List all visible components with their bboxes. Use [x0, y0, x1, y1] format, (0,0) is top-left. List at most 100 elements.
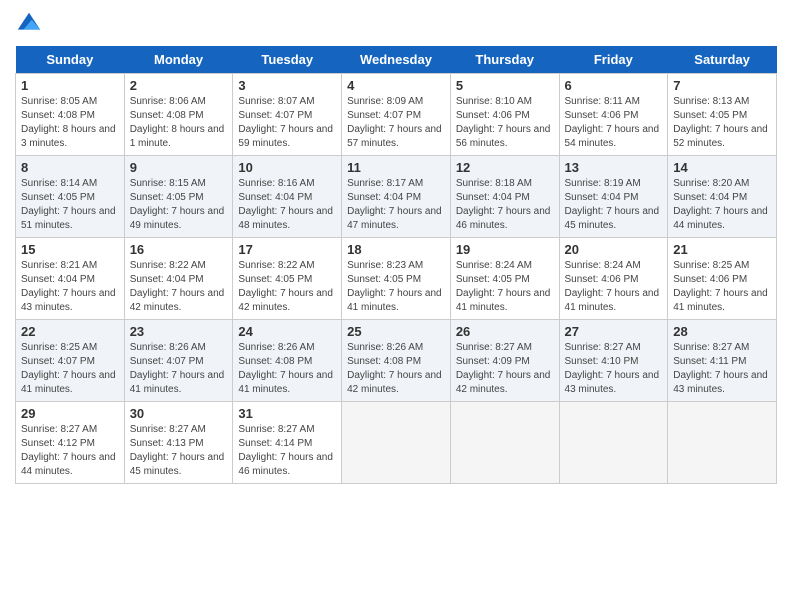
calendar-cell: 11 Sunrise: 8:17 AMSunset: 4:04 PMDayligh…: [342, 156, 451, 238]
day-number: 8: [21, 160, 119, 175]
day-number: 15: [21, 242, 119, 257]
calendar-cell: 6 Sunrise: 8:11 AMSunset: 4:06 PMDaylight…: [559, 74, 668, 156]
day-number: 2: [130, 78, 228, 93]
logo: [15, 10, 47, 38]
cell-info: Sunrise: 8:26 AMSunset: 4:08 PMDaylight:…: [238, 341, 336, 397]
logo-icon: [15, 10, 43, 38]
calendar-cell: 16Sunrise: 8:22 AMSunset: 4:04 PMDayligh…: [124, 238, 233, 320]
cell-info: Sunrise: 8:27 AMSunset: 4:14 PMDaylight:…: [238, 423, 336, 479]
calendar-cell: 5 Sunrise: 8:10 AMSunset: 4:06 PMDaylight…: [450, 74, 559, 156]
calendar-cell: 15Sunrise: 8:21 AMSunset: 4:04 PMDayligh…: [16, 238, 125, 320]
day-number: 19: [456, 242, 554, 257]
day-header-sunday: Sunday: [16, 46, 125, 74]
calendar-cell: 4 Sunrise: 8:09 AMSunset: 4:07 PMDaylight…: [342, 74, 451, 156]
cell-info: Sunrise: 8:17 AMSunset: 4:04 PMDaylight:…: [347, 177, 445, 233]
cell-info: Sunrise: 8:13 AMSunset: 4:05 PMDaylight:…: [673, 95, 771, 151]
day-number: 27: [565, 324, 663, 339]
day-number: 24: [238, 324, 336, 339]
cell-info: Sunrise: 8:27 AMSunset: 4:13 PMDaylight:…: [130, 423, 228, 479]
cell-info: Sunrise: 8:10 AMSunset: 4:06 PMDaylight:…: [456, 95, 554, 151]
day-number: 30: [130, 406, 228, 421]
cell-info: Sunrise: 8:07 AMSunset: 4:07 PMDaylight:…: [238, 95, 336, 151]
cell-info: Sunrise: 8:22 AMSunset: 4:05 PMDaylight:…: [238, 259, 336, 315]
day-header-wednesday: Wednesday: [342, 46, 451, 74]
calendar-cell: 20Sunrise: 8:24 AMSunset: 4:06 PMDayligh…: [559, 238, 668, 320]
cell-info: Sunrise: 8:25 AMSunset: 4:06 PMDaylight:…: [673, 259, 771, 315]
cell-info: Sunrise: 8:27 AMSunset: 4:09 PMDaylight:…: [456, 341, 554, 397]
calendar-cell: [450, 402, 559, 484]
day-number: 11: [347, 160, 445, 175]
day-header-monday: Monday: [124, 46, 233, 74]
calendar-cell: 27Sunrise: 8:27 AMSunset: 4:10 PMDayligh…: [559, 320, 668, 402]
cell-info: Sunrise: 8:24 AMSunset: 4:05 PMDaylight:…: [456, 259, 554, 315]
calendar-week-4: 22 Sunrise: 8:25 AMSunset: 4:07 PMDayligh…: [16, 320, 777, 402]
calendar-cell: [668, 402, 777, 484]
day-number: 14: [673, 160, 771, 175]
calendar-cell: 1 Sunrise: 8:05 AMSunset: 4:08 PMDaylight…: [16, 74, 125, 156]
cell-info: Sunrise: 8:16 AMSunset: 4:04 PMDaylight:…: [238, 177, 336, 233]
day-header-friday: Friday: [559, 46, 668, 74]
day-number: 18: [347, 242, 445, 257]
cell-info: Sunrise: 8:20 AMSunset: 4:04 PMDaylight:…: [673, 177, 771, 233]
cell-info: Sunrise: 8:26 AMSunset: 4:08 PMDaylight:…: [347, 341, 445, 397]
day-number: 5: [456, 78, 554, 93]
calendar-cell: 14 Sunrise: 8:20 AMSunset: 4:04 PMDayligh…: [668, 156, 777, 238]
day-header-tuesday: Tuesday: [233, 46, 342, 74]
day-number: 31: [238, 406, 336, 421]
cell-info: Sunrise: 8:09 AMSunset: 4:07 PMDaylight:…: [347, 95, 445, 151]
calendar-week-1: 1 Sunrise: 8:05 AMSunset: 4:08 PMDaylight…: [16, 74, 777, 156]
day-number: 9: [130, 160, 228, 175]
calendar-body: 1 Sunrise: 8:05 AMSunset: 4:08 PMDaylight…: [16, 74, 777, 484]
day-header-thursday: Thursday: [450, 46, 559, 74]
day-number: 28: [673, 324, 771, 339]
calendar-cell: [559, 402, 668, 484]
calendar-cell: 19 Sunrise: 8:24 AMSunset: 4:05 PMDayligh…: [450, 238, 559, 320]
calendar-cell: 10 Sunrise: 8:16 AMSunset: 4:04 PMDayligh…: [233, 156, 342, 238]
calendar-cell: 7 Sunrise: 8:13 AMSunset: 4:05 PMDaylight…: [668, 74, 777, 156]
day-number: 12: [456, 160, 554, 175]
day-number: 23: [130, 324, 228, 339]
day-number: 21: [673, 242, 771, 257]
calendar-cell: 29 Sunrise: 8:27 AMSunset: 4:12 PMDayligh…: [16, 402, 125, 484]
day-number: 4: [347, 78, 445, 93]
cell-info: Sunrise: 8:11 AMSunset: 4:06 PMDaylight:…: [565, 95, 663, 151]
calendar-cell: 13Sunrise: 8:19 AMSunset: 4:04 PMDayligh…: [559, 156, 668, 238]
day-number: 6: [565, 78, 663, 93]
cell-info: Sunrise: 8:14 AMSunset: 4:05 PMDaylight:…: [21, 177, 119, 233]
cell-info: Sunrise: 8:05 AMSunset: 4:08 PMDaylight:…: [21, 95, 119, 151]
page-header: [15, 10, 777, 38]
cell-info: Sunrise: 8:06 AMSunset: 4:08 PMDaylight:…: [130, 95, 228, 151]
calendar-cell: 25 Sunrise: 8:26 AMSunset: 4:08 PMDayligh…: [342, 320, 451, 402]
calendar-cell: 21 Sunrise: 8:25 AMSunset: 4:06 PMDayligh…: [668, 238, 777, 320]
cell-info: Sunrise: 8:15 AMSunset: 4:05 PMDaylight:…: [130, 177, 228, 233]
day-number: 17: [238, 242, 336, 257]
day-number: 10: [238, 160, 336, 175]
calendar-cell: 2 Sunrise: 8:06 AMSunset: 4:08 PMDaylight…: [124, 74, 233, 156]
cell-info: Sunrise: 8:27 AMSunset: 4:12 PMDaylight:…: [21, 423, 119, 479]
calendar-cell: 26 Sunrise: 8:27 AMSunset: 4:09 PMDayligh…: [450, 320, 559, 402]
day-number: 29: [21, 406, 119, 421]
cell-info: Sunrise: 8:27 AMSunset: 4:11 PMDaylight:…: [673, 341, 771, 397]
cell-info: Sunrise: 8:24 AMSunset: 4:06 PMDaylight:…: [565, 259, 663, 315]
calendar-cell: 31 Sunrise: 8:27 AMSunset: 4:14 PMDayligh…: [233, 402, 342, 484]
calendar-week-5: 29 Sunrise: 8:27 AMSunset: 4:12 PMDayligh…: [16, 402, 777, 484]
cell-info: Sunrise: 8:18 AMSunset: 4:04 PMDaylight:…: [456, 177, 554, 233]
calendar-cell: 22 Sunrise: 8:25 AMSunset: 4:07 PMDayligh…: [16, 320, 125, 402]
cell-info: Sunrise: 8:19 AMSunset: 4:04 PMDaylight:…: [565, 177, 663, 233]
calendar-cell: [342, 402, 451, 484]
cell-info: Sunrise: 8:25 AMSunset: 4:07 PMDaylight:…: [21, 341, 119, 397]
day-number: 22: [21, 324, 119, 339]
calendar-cell: 17 Sunrise: 8:22 AMSunset: 4:05 PMDayligh…: [233, 238, 342, 320]
calendar-cell: 30 Sunrise: 8:27 AMSunset: 4:13 PMDayligh…: [124, 402, 233, 484]
day-number: 26: [456, 324, 554, 339]
calendar-cell: 28 Sunrise: 8:27 AMSunset: 4:11 PMDayligh…: [668, 320, 777, 402]
day-number: 1: [21, 78, 119, 93]
calendar-cell: 23Sunrise: 8:26 AMSunset: 4:07 PMDayligh…: [124, 320, 233, 402]
calendar-header-row: SundayMondayTuesdayWednesdayThursdayFrid…: [16, 46, 777, 74]
day-number: 7: [673, 78, 771, 93]
cell-info: Sunrise: 8:23 AMSunset: 4:05 PMDaylight:…: [347, 259, 445, 315]
calendar-cell: 3Sunrise: 8:07 AMSunset: 4:07 PMDaylight…: [233, 74, 342, 156]
calendar-cell: 12 Sunrise: 8:18 AMSunset: 4:04 PMDayligh…: [450, 156, 559, 238]
day-number: 25: [347, 324, 445, 339]
calendar-cell: 18 Sunrise: 8:23 AMSunset: 4:05 PMDayligh…: [342, 238, 451, 320]
